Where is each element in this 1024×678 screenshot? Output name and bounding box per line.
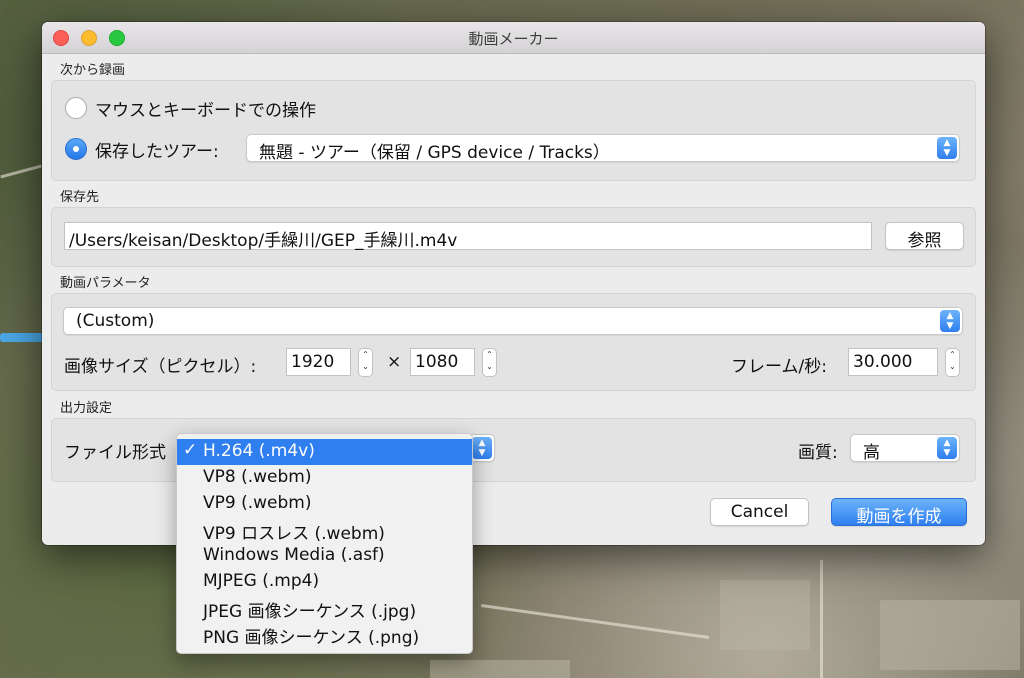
format-option-label: H.264 (.m4v): [203, 441, 315, 461]
file-format-label: ファイル形式: [64, 443, 166, 463]
quality-select[interactable]: 高 ▲ ▼: [850, 434, 960, 463]
height-stepper[interactable]: ⌃ ⌄: [482, 348, 497, 377]
record-from-group: マウスとキーボードでの操作 保存したツアー: 無題 - ツアー（保留 / GPS…: [51, 80, 976, 181]
format-option[interactable]: VP8 (.webm): [177, 465, 472, 491]
quality-select-value: 高: [863, 443, 880, 463]
title-bar: 動画メーカー: [42, 22, 985, 54]
create-video-button[interactable]: 動画を作成: [831, 498, 967, 527]
chevron-updown-icon: ▲ ▼: [472, 437, 492, 459]
town-block: [880, 600, 1020, 670]
fps-label: フレーム/秒:: [731, 357, 827, 377]
image-size-label: 画像サイズ（ピクセル）:: [64, 357, 257, 377]
road: [480, 604, 710, 639]
radio-saved-tour-label: 保存したツアー:: [95, 142, 219, 162]
tour-select[interactable]: 無題 - ツアー（保留 / GPS device / Tracks） ▲ ▼: [246, 134, 960, 163]
chevron-updown-icon: ▲ ▼: [937, 137, 957, 159]
section-output: 出力設定: [60, 401, 113, 416]
road: [0, 164, 42, 179]
quality-label: 画質:: [798, 443, 838, 463]
fps-field[interactable]: 30.000: [848, 348, 938, 376]
format-option-label: VP9 ロスレス (.webm): [203, 524, 385, 544]
fps-stepper[interactable]: ⌃ ⌄: [945, 348, 960, 377]
road: [820, 560, 823, 678]
window-title: 動画メーカー: [468, 30, 559, 48]
format-option-label: JPEG 画像シーケンス (.jpg): [203, 602, 417, 622]
save-to-group: /Users/keisan/Desktop/手繰川/GEP_手繰川.m4v 参照: [51, 207, 976, 267]
format-option-label: VP8 (.webm): [203, 467, 312, 487]
river: [0, 333, 45, 342]
format-option[interactable]: Windows Media (.asf): [177, 543, 472, 569]
format-option[interactable]: VP9 (.webm): [177, 491, 472, 517]
chevron-updown-icon: ▲ ▼: [940, 310, 960, 332]
height-field[interactable]: 1080: [410, 348, 475, 376]
format-option[interactable]: VP9 ロスレス (.webm): [177, 517, 472, 544]
tour-select-value: 無題 - ツアー（保留 / GPS device / Tracks）: [259, 143, 610, 163]
format-option-label: Windows Media (.asf): [203, 545, 385, 565]
format-option[interactable]: ✓ H.264 (.m4v): [177, 439, 472, 465]
cancel-button[interactable]: Cancel: [710, 498, 809, 526]
radio-saved-tour[interactable]: [65, 138, 87, 160]
town-block: [430, 660, 570, 678]
section-record-from: 次から録画: [60, 63, 126, 78]
format-option[interactable]: JPEG 画像シーケンス (.jpg): [177, 595, 472, 622]
save-path-field[interactable]: /Users/keisan/Desktop/手繰川/GEP_手繰川.m4v: [64, 222, 872, 251]
section-video-params: 動画パラメータ: [60, 276, 151, 291]
preset-select[interactable]: (Custom) ▲ ▼: [63, 307, 963, 335]
chevron-updown-icon: ▲ ▼: [937, 437, 957, 459]
radio-mouse-keyboard[interactable]: [65, 97, 87, 119]
format-option[interactable]: MJPEG (.mp4): [177, 569, 472, 595]
preset-select-value: (Custom): [76, 311, 155, 331]
format-option[interactable]: PNG 画像シーケンス (.png): [177, 621, 472, 648]
file-format-menu: ✓ H.264 (.m4v) VP8 (.webm) VP9 (.webm) V…: [176, 433, 473, 654]
format-option-label: MJPEG (.mp4): [203, 571, 320, 591]
section-save-to: 保存先: [60, 190, 100, 205]
video-params-group: (Custom) ▲ ▼ 画像サイズ（ピクセル）: 1920 ⌃ ⌄ × 1080 …: [51, 293, 976, 391]
radio-mouse-keyboard-label: マウスとキーボードでの操作: [95, 101, 316, 121]
browse-button[interactable]: 参照: [885, 222, 964, 251]
times-sign: ×: [387, 352, 402, 372]
format-option-label: PNG 画像シーケンス (.png): [203, 628, 420, 648]
width-stepper[interactable]: ⌃ ⌄: [358, 348, 373, 377]
format-option-label: VP9 (.webm): [203, 493, 312, 513]
width-field[interactable]: 1920: [286, 348, 351, 376]
town-block: [720, 580, 810, 650]
checkmark-icon: ✓: [183, 440, 198, 460]
